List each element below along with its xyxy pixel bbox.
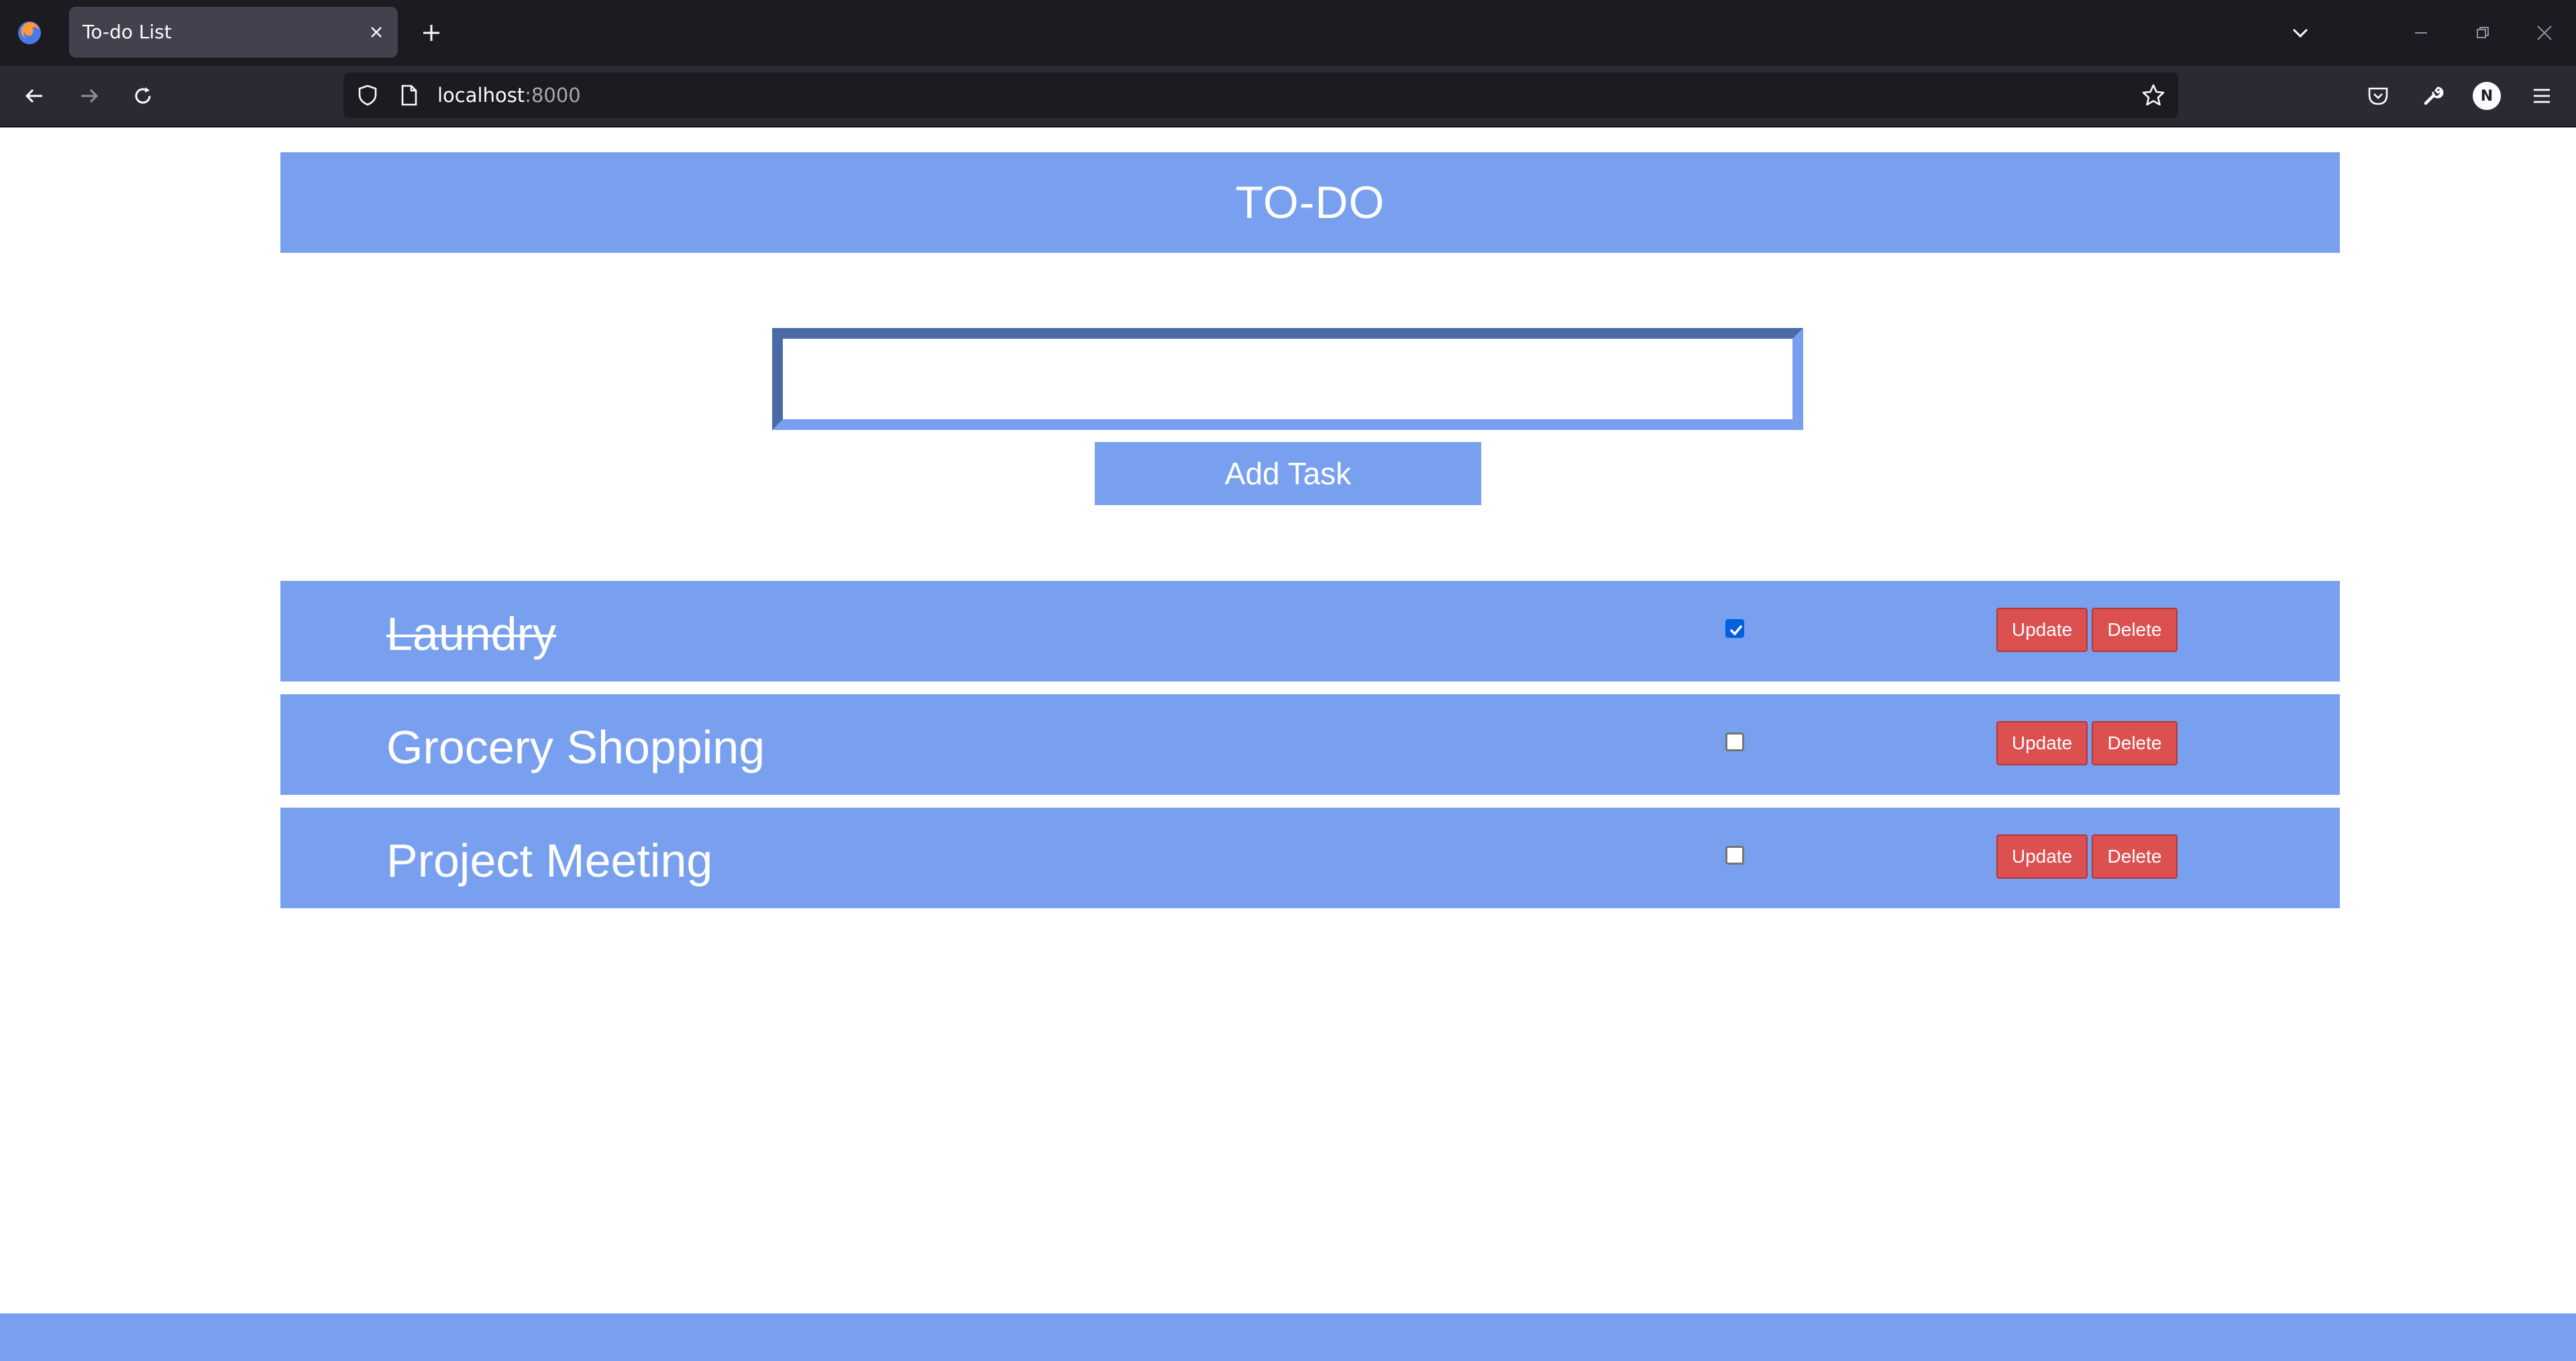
url-host: localhost	[437, 84, 525, 107]
task-name: Project Meeting	[386, 834, 713, 887]
task-row: Grocery Shopping Update Delete	[280, 694, 2340, 795]
hamburger-menu-icon[interactable]	[2526, 80, 2557, 111]
url-text: localhost:8000	[437, 72, 581, 118]
task-input[interactable]	[772, 328, 1803, 430]
tab-title: To-do List	[83, 21, 172, 43]
account-initial: N	[2480, 87, 2493, 105]
delete-button[interactable]: Delete	[2092, 834, 2178, 879]
task-complete-checkbox[interactable]	[1725, 846, 1744, 865]
page-footer	[0, 1313, 2576, 1361]
new-tab-icon[interactable]	[416, 17, 447, 48]
task-row: Project Meeting Update Delete	[280, 808, 2340, 908]
tab-close-icon[interactable]	[364, 20, 388, 44]
task-name: Laundry	[386, 608, 556, 660]
browser-tab-bar: To-do List	[0, 0, 2576, 66]
page-info-icon[interactable]	[394, 80, 424, 110]
url-bar[interactable]: localhost:8000	[343, 72, 2178, 118]
update-button[interactable]: Update	[1996, 834, 2088, 879]
minimize-window-icon[interactable]	[2406, 17, 2436, 48]
task-complete-checkbox[interactable]	[1725, 619, 1744, 638]
page-title: TO-DO	[1235, 177, 1385, 228]
delete-button[interactable]: Delete	[2092, 608, 2178, 652]
url-port: :8000	[525, 84, 581, 107]
task-complete-checkbox[interactable]	[1725, 732, 1744, 751]
reload-icon[interactable]	[127, 80, 158, 111]
bookmark-star-icon[interactable]	[2139, 80, 2168, 110]
back-icon[interactable]	[19, 80, 50, 111]
update-button[interactable]: Update	[1996, 608, 2088, 652]
delete-button[interactable]: Delete	[2092, 721, 2178, 765]
task-row: Laundry Update Delete	[280, 581, 2340, 682]
list-all-tabs-icon[interactable]	[2285, 17, 2316, 48]
forward-icon[interactable]	[74, 80, 105, 111]
pocket-icon[interactable]	[2363, 80, 2394, 111]
add-task-button[interactable]: Add Task	[1095, 442, 1481, 505]
firefox-logo-icon	[15, 18, 44, 48]
update-button[interactable]: Update	[1996, 721, 2088, 765]
task-name: Grocery Shopping	[386, 721, 765, 773]
account-avatar[interactable]: N	[2473, 82, 2501, 110]
developer-tools-wrench-icon[interactable]	[2418, 80, 2449, 111]
browser-tab-active[interactable]: To-do List	[69, 7, 398, 58]
tracking-protection-shield-icon[interactable]	[353, 80, 382, 110]
page-header: TO-DO	[280, 152, 2340, 253]
close-window-icon[interactable]	[2529, 17, 2560, 48]
restore-window-icon[interactable]	[2467, 17, 2498, 48]
